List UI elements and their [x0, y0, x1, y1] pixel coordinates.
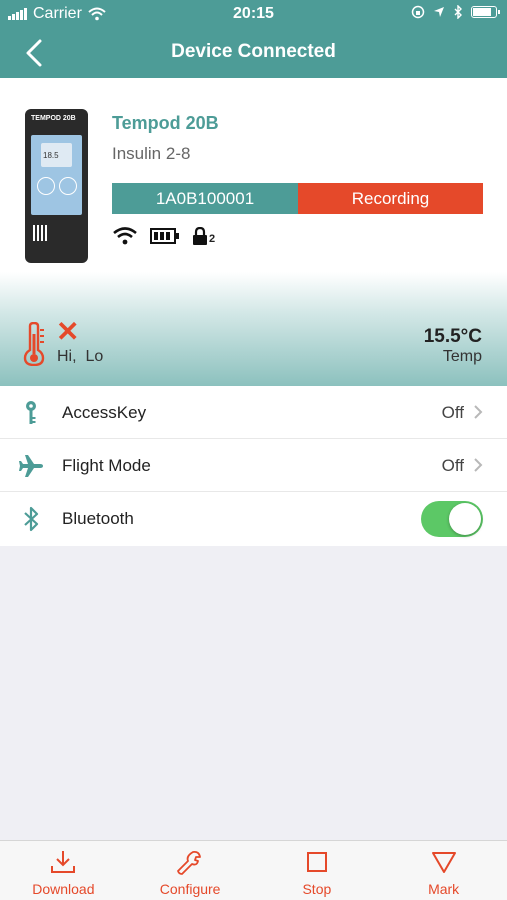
tab-label: Configure	[159, 881, 221, 897]
wireless-signal-icon	[113, 227, 137, 245]
setting-label: Flight Mode	[62, 456, 151, 475]
app-header: Carrier 20:15 Device Connected	[0, 0, 507, 78]
device-status-icons: 2	[112, 226, 215, 246]
device-image: TEMPOD 20B 18.5	[25, 109, 88, 263]
alarm-x-icon: ✕	[56, 316, 80, 347]
setting-row-bluetooth: Bluetooth	[0, 492, 507, 546]
page-title: Device Connected	[171, 41, 336, 62]
tab-mark[interactable]: Mark	[380, 841, 507, 900]
tab-stop[interactable]: Stop	[254, 841, 381, 900]
device-serial: 1A0B100001	[112, 183, 298, 214]
setting-value: Off	[441, 403, 464, 422]
status-right	[411, 5, 500, 19]
wrench-icon	[177, 850, 202, 875]
device-name: Tempod 20B	[112, 113, 219, 133]
device-image-qr	[33, 225, 49, 241]
tab-configure[interactable]: Configure	[127, 841, 254, 900]
device-profile: Insulin 2-8	[112, 144, 191, 163]
stop-icon	[306, 852, 327, 872]
device-image-button-left	[37, 177, 55, 195]
tab-label: Stop	[302, 881, 332, 897]
lock-icon	[193, 227, 207, 245]
tab-download[interactable]: Download	[0, 841, 127, 900]
setting-value: Off	[441, 456, 464, 475]
battery-icon	[471, 6, 500, 18]
chevron-right-icon	[474, 405, 483, 419]
temperature-panel: ✕ Hi, Lo 15.5°C Temp	[0, 272, 507, 386]
lock-count: 2	[209, 233, 216, 245]
nav-bar: Device Connected	[0, 28, 507, 78]
temperature-label: Temp	[442, 348, 482, 365]
device-card: TEMPOD 20B 18.5 Tempod 20B Insulin 2-8 1…	[0, 78, 507, 272]
bluetooth-toggle[interactable]	[421, 501, 483, 537]
chevron-right-icon	[474, 458, 483, 472]
setting-label: AccessKey	[62, 403, 147, 422]
battery-full-icon	[150, 228, 179, 244]
device-image-reading: 18.5	[43, 151, 59, 160]
bluetooth-status-icon	[454, 5, 462, 19]
setting-row-accesskey[interactable]: AccessKey Off	[0, 386, 507, 439]
temperature-value: 15.5°C	[423, 326, 482, 347]
settings-list: AccessKey Off Flight Mode Off Bluetooth	[0, 386, 507, 546]
mark-triangle-icon	[431, 852, 456, 873]
airplane-icon	[19, 455, 43, 477]
setting-label: Bluetooth	[62, 509, 134, 528]
key-icon	[26, 401, 36, 424]
toggle-knob	[449, 503, 481, 535]
location-arrow-icon	[434, 7, 444, 17]
tab-label: Download	[32, 881, 95, 897]
rotation-lock-icon	[411, 5, 425, 19]
recording-status-badge: Recording	[298, 183, 483, 214]
tab-label: Mark	[428, 881, 460, 897]
alarm-labels: Hi, Lo	[57, 348, 104, 365]
bottom-tab-bar: Download Configure Stop Mark	[0, 840, 507, 900]
status-bar: Carrier 20:15	[0, 0, 507, 28]
download-icon	[51, 851, 76, 873]
bluetooth-icon	[24, 506, 39, 532]
thermometer-icon	[23, 322, 45, 366]
setting-row-flight-mode[interactable]: Flight Mode Off	[0, 439, 507, 492]
device-image-brand: TEMPOD 20B	[31, 115, 76, 122]
device-image-button-right	[59, 177, 77, 195]
lock-indicator: 2	[192, 227, 215, 245]
device-image-screen: 18.5	[31, 135, 82, 215]
